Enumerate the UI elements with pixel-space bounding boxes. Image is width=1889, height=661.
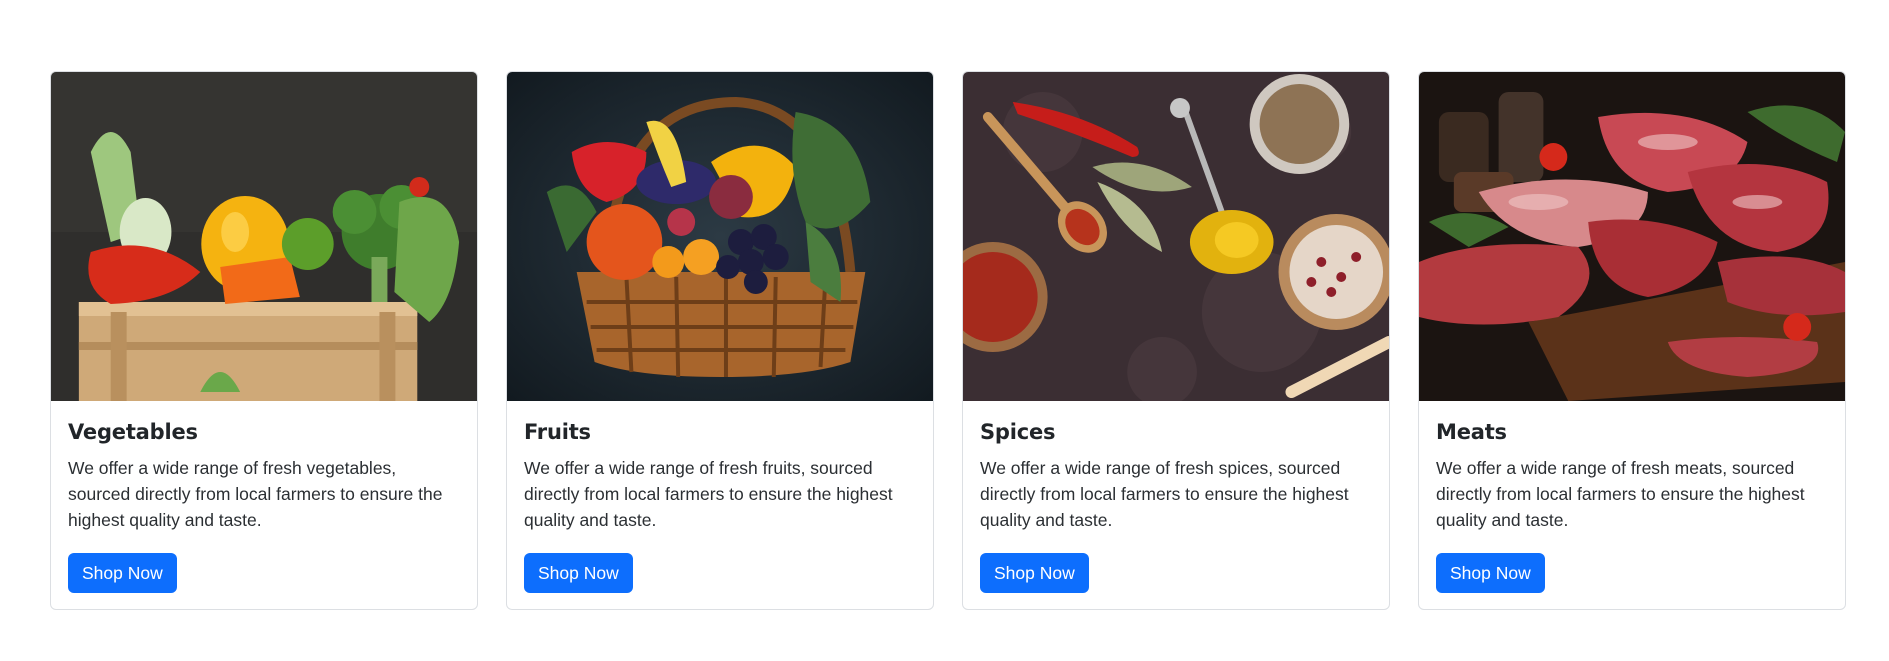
card-title: Fruits xyxy=(524,420,591,444)
category-cards: Vegetables We offer a wide range of fres… xyxy=(50,71,1846,610)
shop-now-button[interactable]: Shop Now xyxy=(524,553,633,593)
shop-now-button[interactable]: Shop Now xyxy=(980,553,1089,593)
spices-image xyxy=(963,72,1389,401)
card-fruits: Fruits We offer a wide range of fresh fr… xyxy=(506,71,934,610)
card-meats: Meats We offer a wide range of fresh mea… xyxy=(1418,71,1846,610)
card-vegetables: Vegetables We offer a wide range of fres… xyxy=(50,71,478,610)
card-title: Spices xyxy=(980,420,1056,444)
card-title: Vegetables xyxy=(68,420,198,444)
card-description: We offer a wide range of fresh vegetable… xyxy=(68,458,443,530)
fruits-image xyxy=(507,72,933,401)
meats-image xyxy=(1419,72,1845,401)
card-description: We offer a wide range of fresh spices, s… xyxy=(980,458,1349,530)
shop-now-button[interactable]: Shop Now xyxy=(1436,553,1545,593)
vegetables-image xyxy=(51,72,477,401)
card-description: We offer a wide range of fresh meats, so… xyxy=(1436,458,1805,530)
card-spices: Spices We offer a wide range of fresh sp… xyxy=(962,71,1390,610)
shop-now-button[interactable]: Shop Now xyxy=(68,553,177,593)
card-title: Meats xyxy=(1436,420,1507,444)
card-description: We offer a wide range of fresh fruits, s… xyxy=(524,458,893,530)
